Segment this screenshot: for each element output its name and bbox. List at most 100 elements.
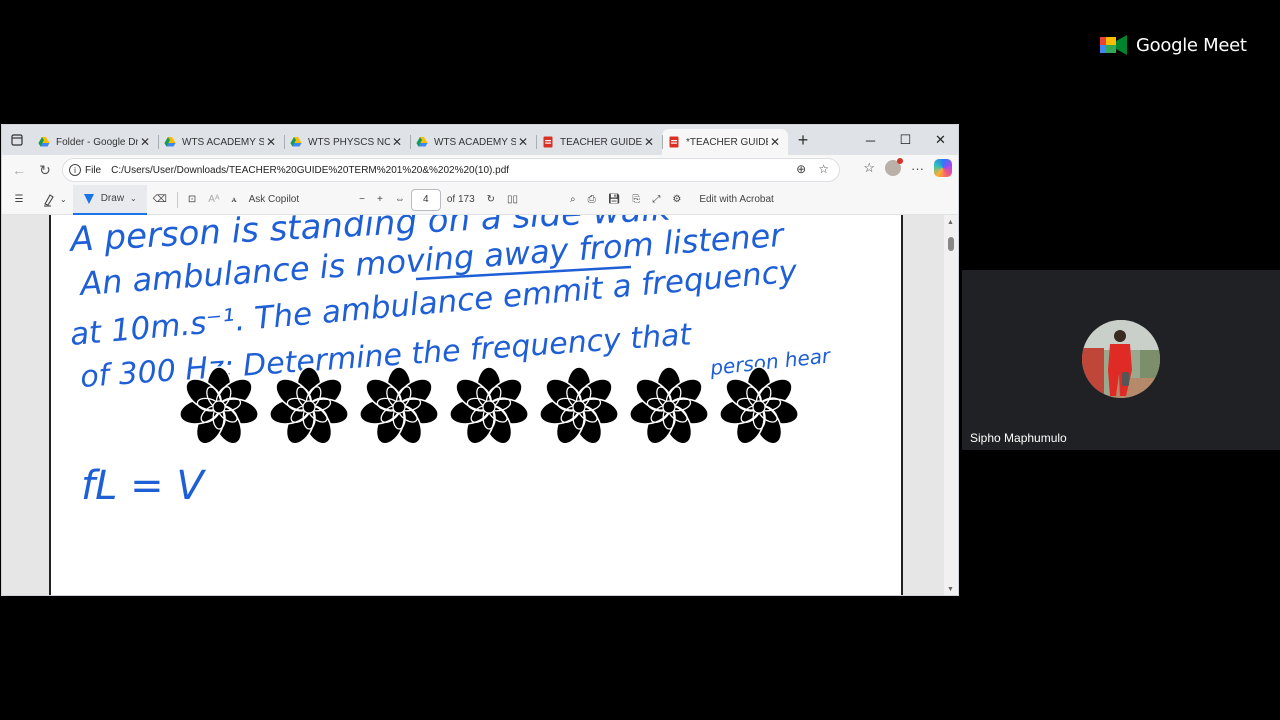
tab-strip: Folder - Google Dri ✕ WTS ACADEMY STU ✕ … xyxy=(2,125,958,155)
refresh-icon[interactable]: ↻ xyxy=(32,157,58,183)
page-total: of 173 xyxy=(446,194,475,205)
tab-teacher-guide-1[interactable]: TEACHER GUIDE TE ✕ xyxy=(536,129,662,155)
search-icon[interactable]: ⌕ xyxy=(564,185,582,215)
zoom-icon[interactable]: ⊕ xyxy=(796,162,806,176)
tab-title: Folder - Google Dri xyxy=(56,136,138,148)
draw-button[interactable]: Draw ⌄ xyxy=(72,184,147,215)
google-drive-icon xyxy=(416,137,428,147)
plus-icon: + xyxy=(797,129,809,150)
address-bar-row: ← ↻ i File C:/Users/User/Downloads/TEACH… xyxy=(2,155,958,185)
handwritten-ink: A person is standing on a side walk An a… xyxy=(67,215,833,509)
rosette-ornament xyxy=(539,366,619,445)
close-tab-icon[interactable]: ✕ xyxy=(642,135,656,149)
tab-title: TEACHER GUIDE TE xyxy=(560,136,642,148)
close-window-icon[interactable]: ✕ xyxy=(923,125,958,155)
print-icon[interactable]: ⎙ xyxy=(582,185,602,215)
ink-equation: fL = V xyxy=(81,463,206,509)
pdf-toolbar: ☰ ⌄ Draw ⌄ ⌫ ⊡ Aᴬ ꭺ Ask Copilot − + ⇔ 4 … xyxy=(2,184,958,215)
rotate-icon[interactable]: ↻ xyxy=(481,185,501,215)
participant-name: Sipho Maphumulo xyxy=(970,431,1067,445)
chevron-down-icon[interactable]: ⌄ xyxy=(130,194,137,203)
close-tab-icon[interactable]: ✕ xyxy=(516,135,530,149)
translate-icon[interactable]: ꭺ xyxy=(225,185,242,215)
fit-page-icon[interactable]: ⇔ xyxy=(389,185,411,215)
scroll-up-icon[interactable]: ▲ xyxy=(947,219,954,226)
shared-screen: Folder - Google Dri ✕ WTS ACADEMY STU ✕ … xyxy=(0,0,960,720)
page-view-icon[interactable]: ▯▯ xyxy=(501,185,524,215)
favorite-star-icon[interactable]: ☆ xyxy=(818,162,829,176)
rosette-ornament xyxy=(719,366,799,445)
edit-with-acrobat-label: Edit with Acrobat xyxy=(699,194,774,205)
ink-line-5: person hear xyxy=(708,343,833,380)
vertical-scrollbar[interactable]: ▲ ▼ xyxy=(944,215,958,595)
meet-logo-icon xyxy=(1100,35,1127,55)
workspaces-button[interactable] xyxy=(2,125,32,155)
scroll-down-icon[interactable]: ▼ xyxy=(947,586,954,593)
url-text[interactable]: C:/Users/User/Downloads/TEACHER%20GUIDE%… xyxy=(111,165,509,176)
tab-wts-academy-1[interactable]: WTS ACADEMY STU ✕ xyxy=(158,129,284,155)
read-aloud-icon[interactable]: Aᴬ xyxy=(202,185,225,215)
draw-label: Draw xyxy=(100,193,125,204)
pdf-icon xyxy=(669,136,679,148)
favorites-icon[interactable]: ☆ xyxy=(863,160,875,176)
profile-avatar[interactable] xyxy=(885,158,903,176)
tab-actions-icon xyxy=(11,134,23,146)
edit-with-acrobat-button[interactable]: Edit with Acrobat xyxy=(693,185,779,215)
save-icon[interactable]: 💾︎ xyxy=(602,185,627,215)
address-bar[interactable]: i File C:/Users/User/Downloads/TEACHER%2… xyxy=(62,158,840,182)
tab-title: *TEACHER GUIDE TE xyxy=(686,136,768,148)
zoom-out-icon[interactable]: − xyxy=(353,185,371,215)
address-bar-icons: ⊕ ☆ xyxy=(796,162,829,176)
tab-wts-academy-2[interactable]: WTS ACADEMY STU ✕ xyxy=(410,129,536,155)
tab-wts-physics-notes[interactable]: WTS PHYSCS NOTE ✕ xyxy=(284,129,410,155)
tab-folder-google-drive[interactable]: Folder - Google Dri ✕ xyxy=(32,129,158,155)
pdf-viewport: A person is standing on a side walk An a… xyxy=(2,215,958,595)
divider xyxy=(176,191,178,208)
save-as-icon[interactable]: ⎘ xyxy=(626,185,646,215)
zoom-in-icon[interactable]: + xyxy=(371,185,389,215)
tab-teacher-guide-active[interactable]: *TEACHER GUIDE TE ✕ xyxy=(662,129,788,155)
google-drive-icon xyxy=(38,137,50,147)
new-tab-button[interactable]: + xyxy=(788,130,818,151)
pdf-icon xyxy=(543,136,553,148)
participant-tile[interactable]: Sipho Maphumulo xyxy=(962,270,1280,450)
close-tab-icon[interactable]: ✕ xyxy=(390,135,404,149)
meet-brand-text: Google Meet xyxy=(1136,34,1247,56)
close-tab-icon[interactable]: ✕ xyxy=(138,135,152,149)
maximize-icon[interactable]: ☐ xyxy=(888,125,923,155)
rosette-ornament xyxy=(449,366,529,445)
scheme-label: File xyxy=(85,164,102,176)
google-meet-logo: Google Meet xyxy=(1100,34,1247,56)
page-number-input[interactable]: 4 xyxy=(410,188,441,211)
tab-title: WTS ACADEMY STU xyxy=(434,136,516,148)
scroll-thumb[interactable] xyxy=(948,237,954,251)
tab-title: WTS ACADEMY STU xyxy=(182,136,264,148)
google-drive-icon xyxy=(290,137,302,147)
rosette-ornament xyxy=(629,366,709,445)
close-tab-icon[interactable]: ✕ xyxy=(768,135,782,149)
gear-icon[interactable]: ⚙ xyxy=(666,185,687,215)
minimize-icon[interactable]: ─ xyxy=(853,125,888,155)
highlight-icon[interactable]: ⌄ xyxy=(36,185,73,215)
tab-title: WTS PHYSCS NOTE xyxy=(308,136,390,148)
text-box-icon[interactable]: ⊡ xyxy=(182,185,202,215)
pdf-page[interactable]: A person is standing on a side walk An a… xyxy=(49,215,903,595)
eraser-icon[interactable]: ⌫ xyxy=(147,185,173,215)
close-tab-icon[interactable]: ✕ xyxy=(264,135,278,149)
copilot-icon[interactable] xyxy=(934,159,952,177)
draw-pen-icon xyxy=(83,193,94,204)
edge-browser-window: Folder - Google Dri ✕ WTS ACADEMY STU ✕ … xyxy=(1,124,959,596)
more-icon[interactable]: ··· xyxy=(911,161,924,176)
rosette-ornament xyxy=(359,366,439,445)
meet-window: Folder - Google Dri ✕ WTS ACADEMY STU ✕ … xyxy=(0,0,1280,720)
participant-avatar xyxy=(1082,320,1160,398)
contents-icon[interactable]: ☰ xyxy=(2,185,36,215)
info-icon[interactable]: i xyxy=(69,164,81,176)
toolbar-right-buttons: ☆ ··· xyxy=(863,158,952,177)
ask-copilot-label: Ask Copilot xyxy=(248,194,300,205)
fullscreen-icon[interactable]: ⤢ xyxy=(646,185,666,215)
ask-copilot-button[interactable]: Ask Copilot xyxy=(243,185,306,215)
google-drive-icon xyxy=(164,137,176,147)
back-icon[interactable]: ← xyxy=(6,157,32,183)
window-controls: ─ ☐ ✕ xyxy=(853,125,958,155)
